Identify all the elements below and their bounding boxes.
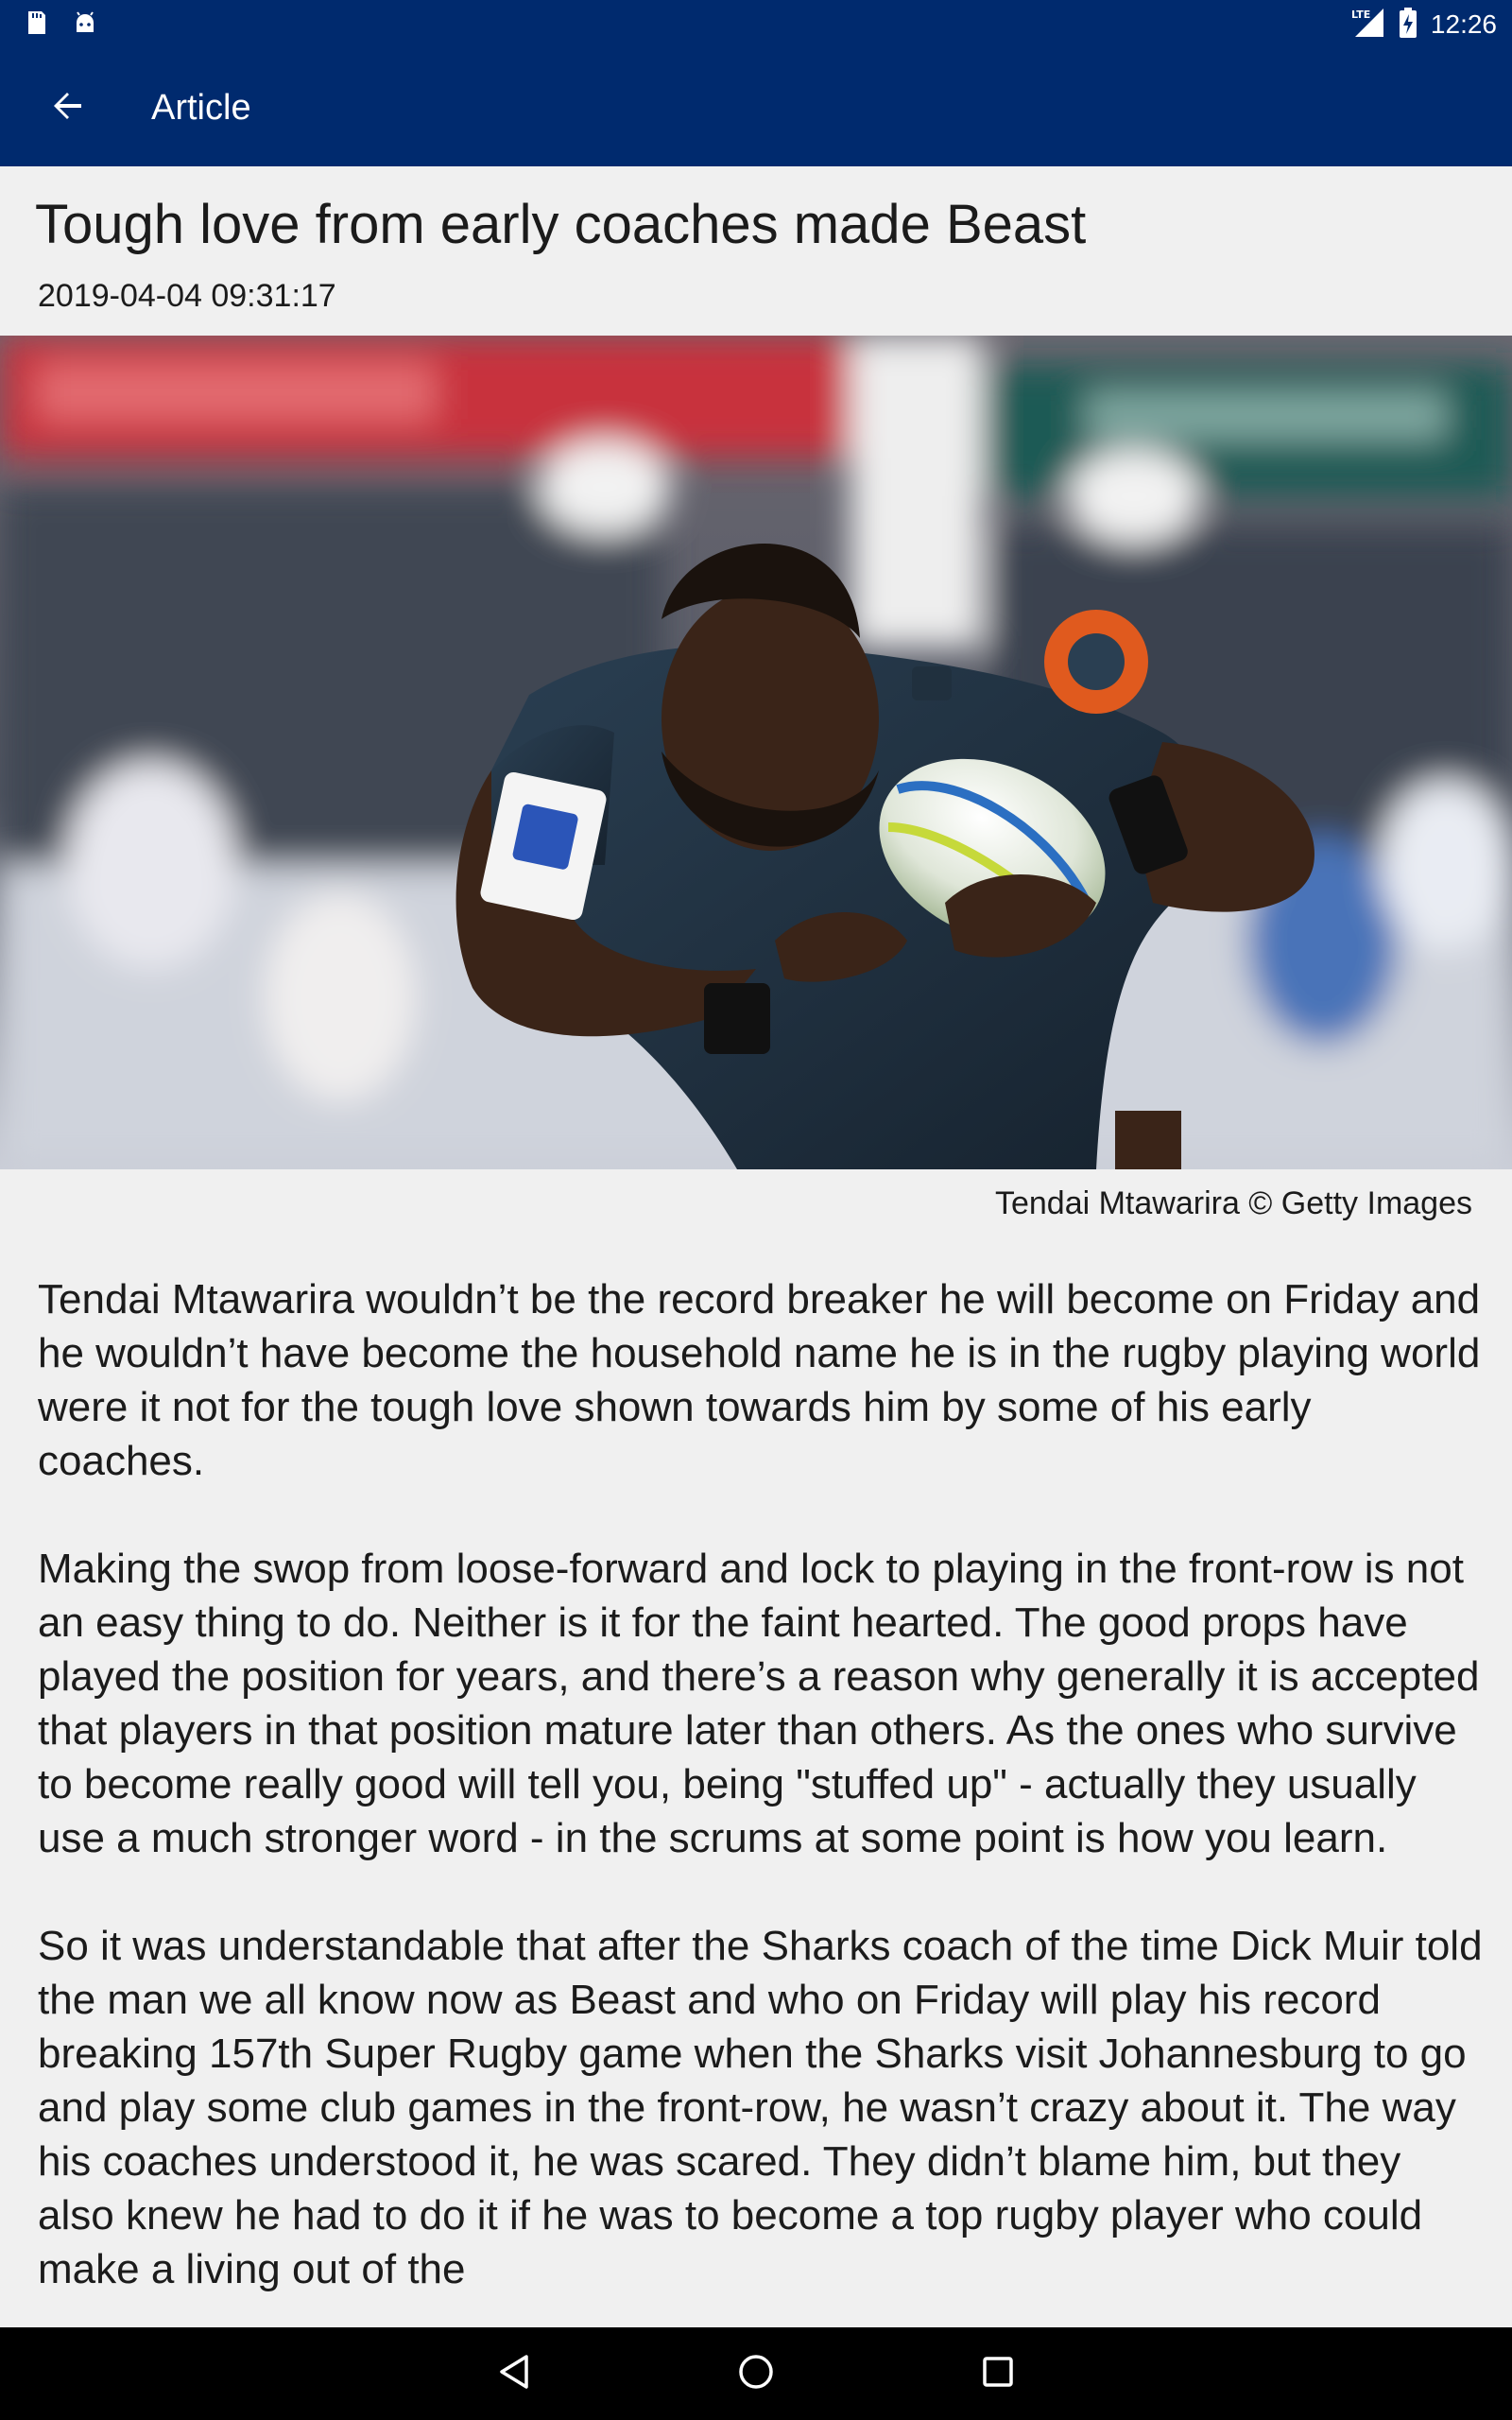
status-right-group: LTE 12:26: [1351, 6, 1497, 43]
nav-recents-icon: [979, 2353, 1017, 2395]
article-timestamp: 2019-04-04 09:31:17: [38, 278, 336, 314]
battery-charging-icon: [1399, 7, 1418, 43]
app-bar: Article: [0, 49, 1512, 166]
article-hero-image: [0, 336, 1512, 1169]
article-body: Tendai Mtawarira wouldn’t be the record …: [38, 1272, 1484, 2350]
app-screen: LTE 12:26 Article Tough love from early …: [0, 0, 1512, 2420]
back-button[interactable]: [38, 78, 98, 138]
nav-back-icon: [496, 2353, 534, 2395]
article-paragraph: Making the swop from loose-forward and l…: [38, 1546, 1480, 1861]
system-nav-bar: [0, 2327, 1512, 2420]
nav-home-button[interactable]: [730, 2347, 782, 2400]
article-headline: Tough love from early coaches made Beast: [35, 194, 1087, 255]
article-paragraph: Tendai Mtawarira wouldn’t be the record …: [38, 1276, 1481, 1484]
status-time: 12:26: [1430, 9, 1497, 39]
android-icon: [72, 9, 98, 36]
sd-card-icon: [23, 9, 49, 36]
svg-text:LTE: LTE: [1351, 9, 1370, 21]
article-paragraph: So it was understandable that after the …: [38, 1923, 1483, 2292]
nav-home-icon: [737, 2353, 775, 2395]
lte-signal-icon: LTE: [1351, 7, 1385, 43]
nav-recents-button[interactable]: [971, 2347, 1024, 2400]
image-caption: Tendai Mtawarira © Getty Images: [994, 1185, 1472, 1221]
status-bar: LTE 12:26: [0, 0, 1512, 49]
nav-back-button[interactable]: [489, 2347, 541, 2400]
arrow-back-icon: [51, 89, 85, 128]
app-bar-title: Article: [151, 88, 251, 128]
